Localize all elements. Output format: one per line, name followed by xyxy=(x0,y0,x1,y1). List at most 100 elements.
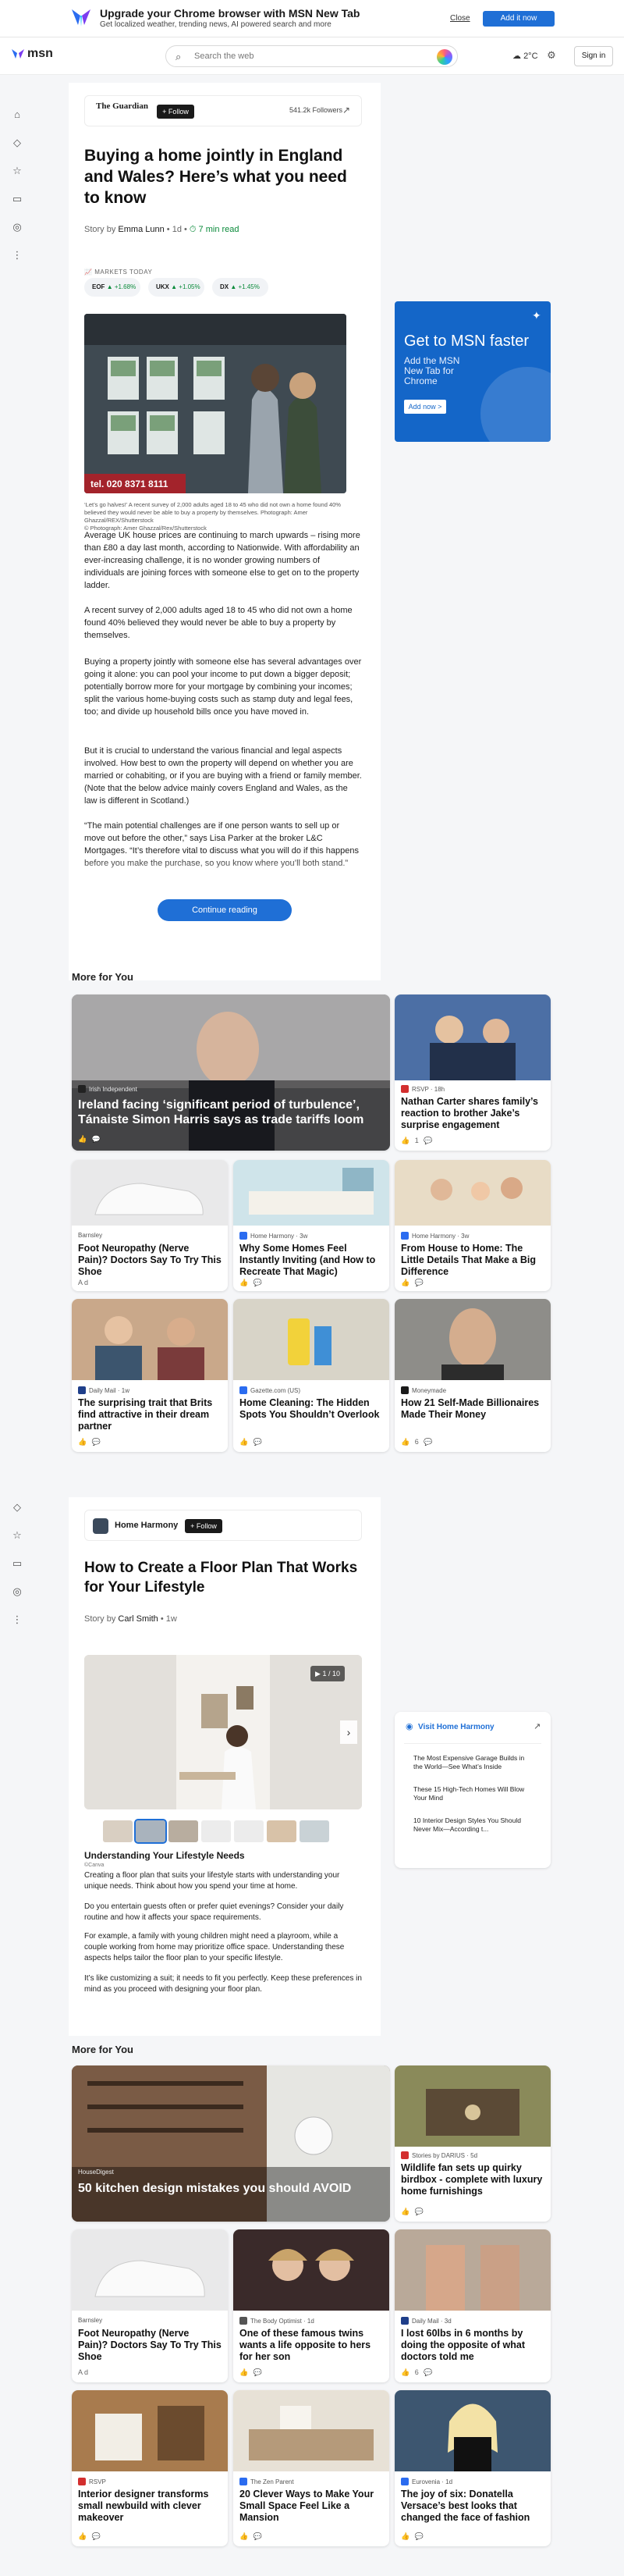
byline-prefix: Story by xyxy=(84,225,116,234)
sidebar-story-link[interactable]: 10 Interior Design Styles You Should Nev… xyxy=(413,1816,530,1834)
video-icon[interactable]: ▭ xyxy=(10,1557,24,1571)
tile-title: The joy of six: Donatella Versace’s best… xyxy=(401,2489,530,2523)
msn-logo[interactable]: msn xyxy=(11,47,53,61)
article-paragraph: Creating a floor plan that suits your li… xyxy=(84,1871,340,1891)
slide-thumbnail[interactable] xyxy=(201,1820,231,1842)
news-tile[interactable]: Home Harmony · 3w Why Some Homes Feel In… xyxy=(233,1160,389,1291)
news-tile[interactable]: RSVP Interior designer transforms small … xyxy=(72,2390,228,2546)
tile-source-label: Home Harmony · 3w xyxy=(250,1232,308,1240)
upgrade-banner: Upgrade your Chrome browser with MSN New… xyxy=(0,0,624,37)
ad-text: Add the MSN New Tab for Chrome xyxy=(404,355,460,386)
ticker-chip[interactable]: UKX ▲ +1.05% xyxy=(148,278,204,297)
tile-reactions[interactable]: 👍 💬 xyxy=(78,2532,102,2541)
banner-close-link[interactable]: Close xyxy=(450,14,470,23)
slide-thumbnail[interactable] xyxy=(234,1820,264,1842)
news-tile[interactable]: HouseDigest 50 kitchen design mistakes y… xyxy=(72,2065,390,2222)
share-icon[interactable]: ↗ xyxy=(342,105,350,116)
discover-icon[interactable]: ◇ xyxy=(10,136,24,150)
tile-reactions[interactable]: 👍 💬 xyxy=(401,2532,425,2541)
add-it-now-button[interactable]: Add it now xyxy=(483,11,555,27)
tile-source-label: Moneymade xyxy=(412,1386,447,1394)
news-tile[interactable]: RSVP · 18h Nathan Carter shares family’s… xyxy=(395,994,551,1151)
tile-reactions[interactable]: 👍 💬 xyxy=(78,1135,102,1144)
games-icon[interactable]: ◎ xyxy=(10,1585,24,1599)
tile-reactions[interactable]: 👍 💬 xyxy=(401,2208,425,2216)
following-icon[interactable]: ☆ xyxy=(10,164,24,178)
tile-reactions[interactable]: 👍 6 💬 xyxy=(401,1438,434,1446)
author-link[interactable]: Carl Smith xyxy=(118,1614,158,1624)
news-tile[interactable]: Barnsley Foot Neuropathy (Nerve Pain)? D… xyxy=(72,2229,228,2382)
tile-reactions[interactable]: 👍 6 💬 xyxy=(401,2368,434,2377)
news-tile[interactable]: Barnsley Foot Neuropathy (Nerve Pain)? D… xyxy=(72,1160,228,1291)
publisher-name[interactable]: Home Harmony xyxy=(115,1521,178,1530)
play-icon[interactable]: ▶ xyxy=(315,1670,321,1678)
news-tile[interactable]: Stories by DARIUS · 5d Wildlife fan sets… xyxy=(395,2065,551,2222)
gear-icon[interactable]: ⚙ xyxy=(544,49,558,63)
following-icon[interactable]: ☆ xyxy=(10,1528,24,1542)
visit-publisher-link[interactable]: Visit Home Harmony xyxy=(418,1723,495,1731)
tile-source-label: Daily Mail · 3d xyxy=(412,2317,452,2325)
sign-in-button[interactable]: Sign in xyxy=(574,46,613,66)
sidebar-story-link[interactable]: These 15 High-Tech Homes Will Blow Your … xyxy=(413,1785,530,1802)
games-icon[interactable]: ◎ xyxy=(10,220,24,234)
continue-reading-button[interactable]: Continue reading xyxy=(158,899,292,921)
tile-reactions[interactable]: 👍 💬 xyxy=(78,1438,102,1446)
news-tile[interactable]: Daily Mail · 1w The surprising trait tha… xyxy=(72,1299,228,1452)
ticker-chip[interactable]: DX ▲ +1.45% xyxy=(212,278,268,297)
markets-icon: 📈 xyxy=(84,269,93,276)
sidebar-story-link[interactable]: The Most Expensive Garage Builds in the … xyxy=(413,1754,530,1771)
tile-reactions[interactable]: 👍 1 💬 xyxy=(401,1137,434,1145)
search-input[interactable]: Search the web xyxy=(194,52,254,61)
more-icon[interactable]: ⋮ xyxy=(10,248,24,262)
tile-title: 20 Clever Ways to Make Your Small Space … xyxy=(239,2489,374,2523)
news-tile[interactable]: The Body Optimist · 1d One of these famo… xyxy=(233,2229,389,2382)
tile-reactions[interactable]: 👍 💬 xyxy=(239,2368,264,2377)
publisher-bar: The Guardian + Follow 541.2k Followers ↗ xyxy=(84,95,362,126)
tile-reactions[interactable]: 👍 💬 xyxy=(239,1279,264,1287)
tile-reactions[interactable]: 👍 💬 xyxy=(239,2532,264,2541)
tile-image xyxy=(395,2229,551,2311)
msn-chrome-ad[interactable]: ✦ Get to MSN faster Add the MSN New Tab … xyxy=(395,301,551,442)
slideshow[interactable]: ▶ 1 / 10 › xyxy=(84,1655,362,1809)
tile-image xyxy=(72,2229,228,2311)
tile-title: How 21 Self-Made Billionaires Made Their… xyxy=(401,1397,540,1420)
video-icon[interactable]: ▭ xyxy=(10,192,24,206)
news-tile[interactable]: Moneymade How 21 Self-Made Billionaires … xyxy=(395,1299,551,1452)
follow-button[interactable]: + Follow xyxy=(185,1519,222,1533)
article-age: • 1w xyxy=(160,1614,177,1624)
article-byline: Story by Carl Smith • 1w xyxy=(84,1614,177,1624)
discover-icon[interactable]: ◇ xyxy=(10,1500,24,1514)
copilot-icon[interactable] xyxy=(437,49,452,65)
next-slide-arrow-icon[interactable]: › xyxy=(340,1720,357,1744)
tile-title: Why Some Homes Feel Instantly Inviting (… xyxy=(239,1243,376,1277)
article-photo[interactable]: tel. 020 8371 8111 xyxy=(84,314,346,493)
ad-add-now-button[interactable]: Add now > xyxy=(404,400,446,414)
slide-thumbnail[interactable] xyxy=(103,1820,133,1842)
news-tile[interactable]: Irish Independent Ireland facing ‘signif… xyxy=(72,994,390,1151)
tile-reactions[interactable]: Ad xyxy=(78,1279,90,1286)
weather-widget[interactable]: ☁ 2°C xyxy=(512,51,538,61)
home-icon[interactable]: ⌂ xyxy=(10,108,24,122)
follow-button[interactable]: + Follow xyxy=(157,105,194,119)
news-tile[interactable]: Daily Mail · 3d I lost 60lbs in 6 months… xyxy=(395,2229,551,2382)
ticker-chip[interactable]: EOF ▲ +1.68% xyxy=(84,278,140,297)
tile-reactions[interactable]: 👍 💬 xyxy=(401,1279,425,1287)
slide-thumbnail[interactable] xyxy=(300,1820,329,1842)
tile-source: RSVP · 18h xyxy=(401,1085,445,1093)
slide-thumbnail[interactable] xyxy=(168,1820,198,1842)
estate-agent-window-photo: tel. 020 8371 8111 xyxy=(84,314,346,493)
news-tile[interactable]: The Zen Parent 20 Clever Ways to Make Yo… xyxy=(233,2390,389,2546)
news-tile[interactable]: Home Harmony · 3w From House to Home: Th… xyxy=(395,1160,551,1291)
news-tile[interactable]: Gazette.com (US) Home Cleaning: The Hidd… xyxy=(233,1299,389,1452)
search-box[interactable]: ⌕ Search the web xyxy=(165,45,458,67)
byline-prefix: Story by xyxy=(84,1614,116,1624)
external-link-icon[interactable]: ↗ xyxy=(534,1721,541,1731)
news-tile[interactable]: Eurovenia · 1d The joy of six: Donatella… xyxy=(395,2390,551,2546)
publisher-logo[interactable]: The Guardian xyxy=(96,102,148,111)
tile-reactions[interactable]: 👍 💬 xyxy=(239,1438,264,1446)
author-link[interactable]: Emma Lunn xyxy=(118,225,164,234)
slide-thumbnail[interactable] xyxy=(134,1819,167,1844)
more-icon[interactable]: ⋮ xyxy=(10,1613,24,1627)
slide-thumbnail[interactable] xyxy=(267,1820,296,1842)
tile-reactions[interactable]: Ad xyxy=(78,2368,90,2376)
